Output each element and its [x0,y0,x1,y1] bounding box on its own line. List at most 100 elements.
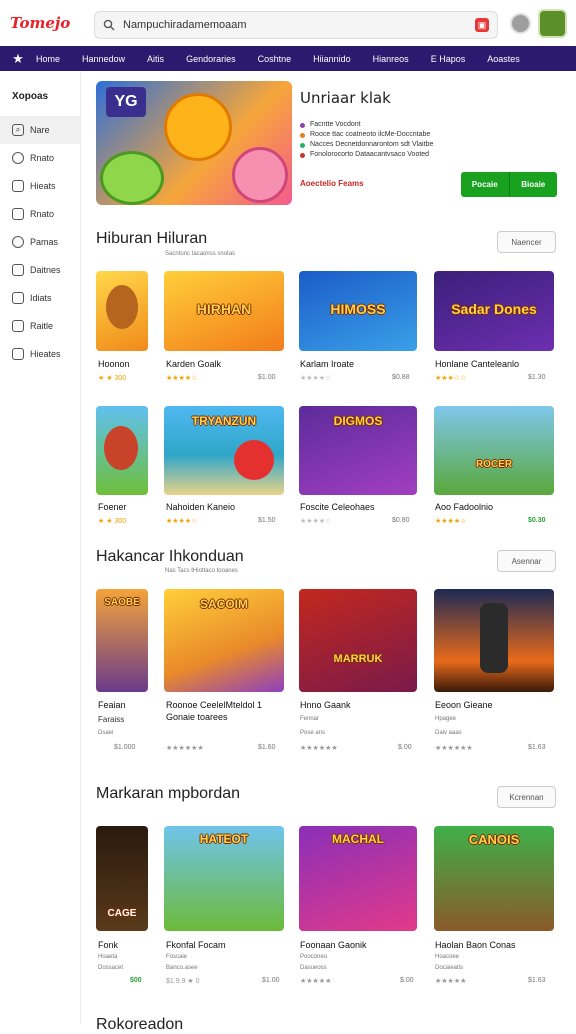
game-price: $1.63 [528,977,546,984]
game-title[interactable]: Feaian [98,700,126,710]
search-bar[interactable]: Nampuchiradamemoaam ▣ [94,11,498,39]
nav-item[interactable]: Home [36,54,60,64]
game-rating: ★★★★☆ [435,518,467,525]
game-thumbnail[interactable]: CANOIS [434,826,554,931]
hero-banner-image[interactable]: YG [96,81,292,205]
ball-icon [234,440,274,480]
sidebar-item-0[interactable]: ⌕ Nare [0,116,80,144]
hero-title: Unriaar klak [300,89,391,107]
home-star-icon[interactable]: ★ [0,51,36,67]
game-subtitle: Dasueoss [300,965,327,971]
see-more-button[interactable]: Kcrennan [497,786,556,808]
smiley-icon [100,151,164,205]
section-subtitle: Nas Tacs tHiottaco tooanes [165,568,238,574]
user-avatar[interactable] [510,13,531,34]
game-thumbnail[interactable]: CAGE [96,826,148,931]
game-price: $1.30 [528,374,546,381]
game-thumbnail[interactable]: SACOIM [164,589,284,692]
game-title[interactable]: Nahoiden Kaneio [166,502,235,512]
game-title[interactable]: Hoonon [98,359,130,369]
sidebar-item-7[interactable]: Raitle [0,312,80,340]
play-secondary-button[interactable]: Bioaie [510,172,558,197]
game-subtitle: Hoacoee [435,954,460,960]
game-thumbnail[interactable] [434,589,554,692]
game-price: $1.000 [114,744,136,751]
game-title[interactable]: Hnno Gaank [300,700,351,710]
game-title[interactable]: Karden Goalk [166,359,221,369]
smiley-icon [164,93,232,161]
game-thumbnail[interactable]: ROCER [434,406,554,495]
game-rating: ★★★★☆ [300,375,332,382]
section-title-partial: Rokoreadon [96,1016,184,1033]
game-price: $1.60 [258,744,276,751]
hero-feature: Facntte Vocdont [300,120,560,130]
game-thumbnail[interactable]: Sadar Dones [434,271,554,351]
game-thumbnail[interactable]: TRYANZUN [164,406,284,495]
game-title[interactable]: Eeoon Gieane [435,700,493,710]
profile-avatar[interactable] [538,9,567,38]
see-more-button[interactable]: Naencer [497,231,556,253]
sidebar-item-3[interactable]: Rnato [0,200,80,228]
sidebar-item-1[interactable]: Rnato [0,144,80,172]
game-thumbnail[interactable]: HATEOT [164,826,284,931]
sidebar-item-8[interactable]: Hieates [0,340,80,368]
search-input[interactable]: Nampuchiradamemoaam [123,19,475,31]
brand-logo[interactable]: Tomejo [10,14,88,32]
game-subtitle: Hoaeta [98,954,118,960]
gamepad-icon [12,180,24,192]
gift-icon[interactable]: ▣ [475,18,489,32]
game-title[interactable]: Honlane Canteleanlo [435,359,519,369]
bear-icon [106,285,138,329]
game-rating: ★★★★☆ [166,518,198,525]
game-rating: ★ ★ 300 [98,375,127,382]
nav-item[interactable]: Aitis [147,54,164,64]
sidebar-item-4[interactable]: Pamas [0,228,80,256]
sidebar-item-2[interactable]: Hieats [0,172,80,200]
game-title[interactable]: Fkonfal Focam [166,940,226,950]
game-title[interactable]: Foonaan Gaonik [300,940,367,950]
game-thumbnail[interactable] [96,271,148,351]
game-rating: ★★★★☆ [300,518,332,525]
nav-item[interactable]: Hianreos [373,54,409,64]
nav-item[interactable]: Aoastes [487,54,520,64]
sidebar-item-6[interactable]: Idiats [0,284,80,312]
game-thumbnail[interactable]: SAOBE [96,589,148,692]
nav-item[interactable]: Gendoraries [186,54,236,64]
game-subtitle: Hpagee [435,716,457,722]
game-title[interactable]: Aoo Fadoolnio [435,502,493,512]
sidebar: Xopoas ⌕ Nare Rnato Hieats Rnato Pamas Da… [0,71,81,1024]
nav-item[interactable]: Hiiannido [313,54,351,64]
nav-item[interactable]: Ε Hapos [431,54,466,64]
game-thumbnail[interactable]: HIRHAN [164,271,284,351]
game-title[interactable]: Foscite Celeohaes [300,502,375,512]
see-more-button[interactable]: Asennar [497,550,556,572]
circle-icon [12,152,24,164]
game-title[interactable]: Karlam Iroate [300,359,354,369]
game-title[interactable]: Haolan Baon Conas [435,940,516,950]
game-title[interactable]: Foener [98,502,127,512]
game-price: $00 [130,977,142,984]
game-title[interactable]: Fonk [98,940,118,950]
square-icon [12,208,24,220]
sidebar-item-5[interactable]: Daitnes [0,256,80,284]
hero-feature-list: Facntte Vocdont Rooce ttac coatneoto ilc… [300,120,560,160]
section-subtitle: Sacntonc tacaonss snotas [165,251,236,257]
sidebar-heading: Xopoas [12,91,49,102]
bullet-icon [300,142,305,148]
game-price: $1.63 [528,744,546,751]
search-icon [103,19,115,31]
game-price: $0.88 [392,374,410,381]
game-thumbnail[interactable]: MARRUK [299,589,417,692]
hero-developer[interactable]: Aoectelio Feams [300,179,364,188]
nav-item[interactable]: Hannedow [82,54,125,64]
play-button[interactable]: Pocaie [461,172,510,197]
list-icon [12,292,24,304]
bookmark-icon [12,348,24,360]
game-title[interactable]: Roonoe CeelelMteldol 1 [166,700,262,710]
game-thumbnail[interactable]: DIGMOS [299,406,417,495]
game-thumbnail[interactable]: MACHAL [299,826,417,931]
game-thumbnail[interactable] [96,406,148,495]
game-thumbnail[interactable]: HIMOSS [299,271,417,351]
game-rating: ★★★★☆ [166,375,198,382]
nav-item[interactable]: Coshtne [258,54,292,64]
